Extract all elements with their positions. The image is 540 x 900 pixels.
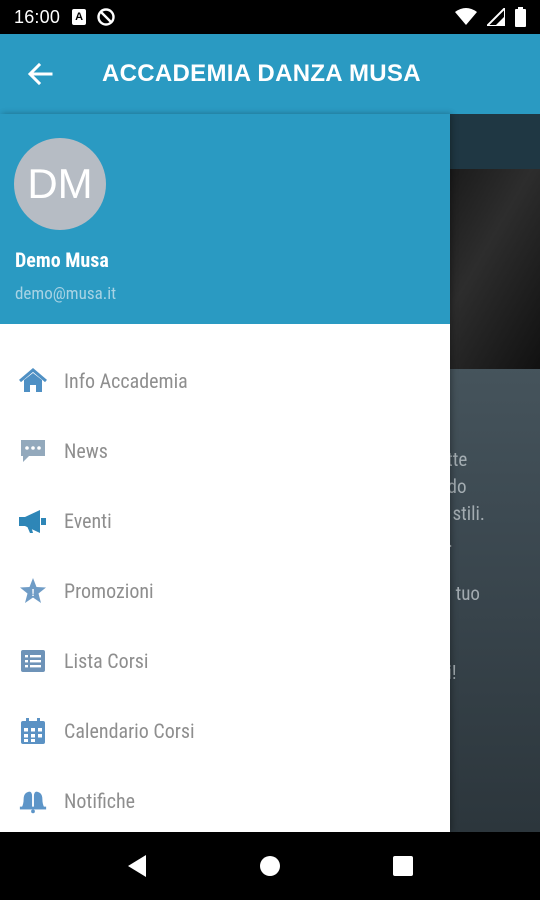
menu-item-label: Info Accademia <box>64 369 188 393</box>
user-email: demo@musa.it <box>15 284 117 304</box>
home-circle-icon <box>259 856 280 876</box>
back-triangle-icon <box>127 855 146 877</box>
avatar[interactable]: DM <box>14 138 106 230</box>
recents-square-icon <box>393 856 414 876</box>
menu-item-label: Calendario Corsi <box>64 719 195 743</box>
app-title: ACCADEMIA DANZA MUSA <box>102 60 421 87</box>
system-nav-bar <box>0 832 540 900</box>
menu-item-promozioni[interactable]: ! Promozioni <box>0 556 450 626</box>
calendar-icon <box>18 716 48 746</box>
menu-item-news[interactable]: News <box>0 416 450 486</box>
nav-home-button[interactable] <box>250 846 290 886</box>
no-sync-icon <box>97 8 115 26</box>
list-icon <box>18 646 48 676</box>
back-button[interactable] <box>0 34 80 114</box>
navigation-drawer: DM Demo Musa demo@musa.it Info Accademia… <box>0 114 450 832</box>
drawer-menu: Info Accademia News Eventi ! Promozioni … <box>0 346 450 832</box>
signal-icon <box>487 8 505 26</box>
menu-item-label: News <box>64 439 108 463</box>
menu-item-lista-corsi[interactable]: Lista Corsi <box>0 626 450 696</box>
arrow-left-icon <box>27 62 53 86</box>
menu-item-label: Eventi <box>64 509 112 533</box>
drawer-header: DM Demo Musa demo@musa.it <box>0 114 450 324</box>
menu-item-label: Lista Corsi <box>64 649 149 673</box>
megaphone-icon <box>18 506 48 536</box>
status-time: 16:00 <box>14 6 61 27</box>
menu-item-info-accademia[interactable]: Info Accademia <box>0 346 450 416</box>
nav-back-button[interactable] <box>117 846 157 886</box>
battery-icon <box>515 7 526 27</box>
home-icon <box>18 366 48 396</box>
nav-recents-button[interactable] <box>383 846 423 886</box>
menu-item-notifiche[interactable]: Notifiche <box>0 766 450 832</box>
menu-item-label: Notifiche <box>64 789 136 813</box>
background-photo <box>450 169 540 369</box>
svg-text:!: ! <box>31 588 34 599</box>
a-box-icon: A <box>72 9 87 25</box>
user-name: Demo Musa <box>15 248 109 272</box>
menu-item-calendario-corsi[interactable]: Calendario Corsi <box>0 696 450 766</box>
app-bar: ACCADEMIA DANZA MUSA <box>0 34 540 114</box>
menu-item-eventi[interactable]: Eventi <box>0 486 450 556</box>
bells-icon <box>18 786 48 816</box>
menu-item-label: Promozioni <box>64 579 154 603</box>
wifi-icon <box>455 8 477 25</box>
status-bar: 16:00 A <box>0 0 540 34</box>
chat-bubble-icon <box>18 436 48 466</box>
star-badge-icon: ! <box>18 576 48 606</box>
